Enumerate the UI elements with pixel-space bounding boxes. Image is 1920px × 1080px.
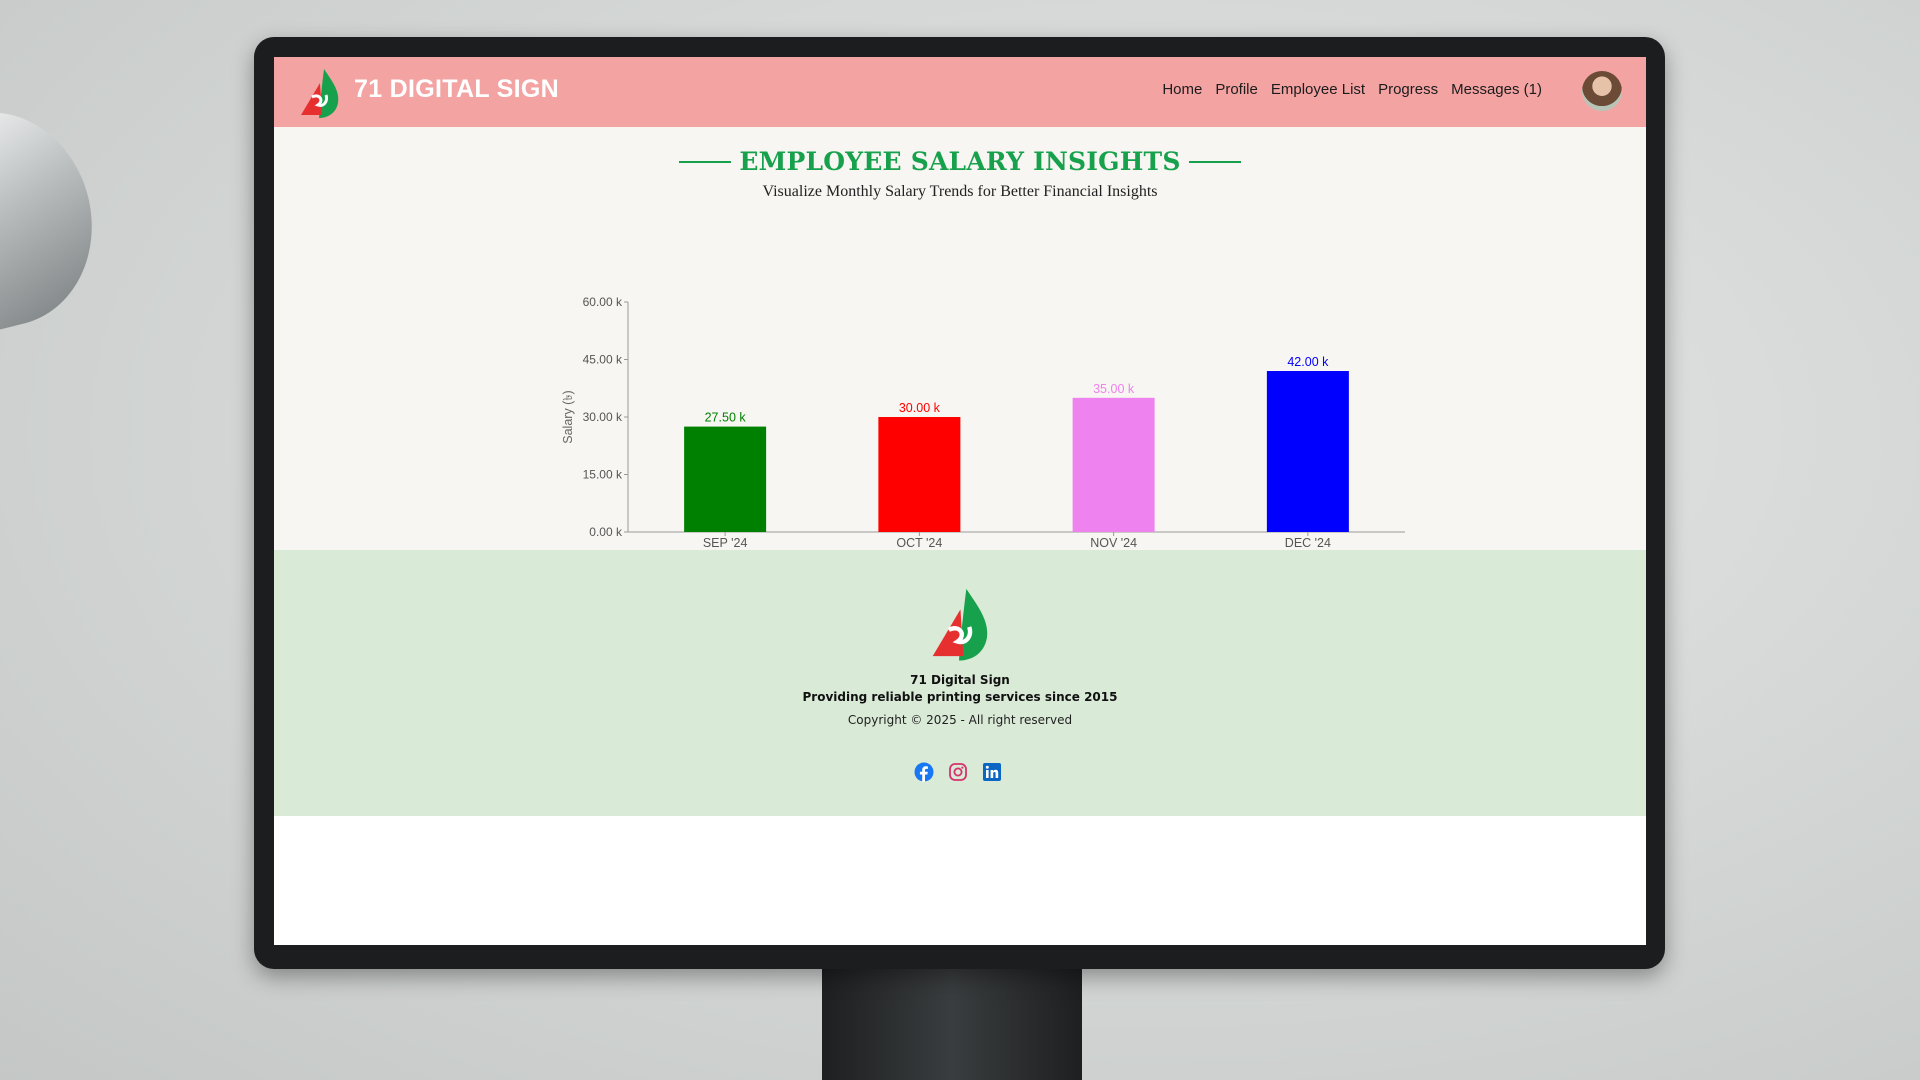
y-tick-label: 15.00 k [583,468,623,482]
bar-2 [878,417,961,532]
y-tick-label: 45.00 k [583,353,623,367]
salary-bar-chart: 0.00 k 15.00 k 30.00 k 45.00 k 60.00 k Salary… [561,295,1405,550]
page-blank-area [274,816,1646,945]
brand-logo-icon[interactable] [298,67,340,119]
nav-employee-list[interactable]: Employee List [1271,81,1365,98]
footer-company-name: 71 Digital Sign [910,673,1010,687]
instagram-icon[interactable] [948,762,968,782]
y-axis-label: Salary (৳) [561,390,575,443]
user-avatar[interactable] [1582,71,1622,111]
bar-value-label: 30.00 k [899,401,941,415]
y-tick-label: 0.00 k [589,525,623,539]
desk-lamp [0,92,115,333]
x-tick-label: DEC '24 [1285,536,1331,550]
screen: 71 DIGITAL SIGN Home Profile Employee Li… [274,57,1646,945]
nav-menu: Home Profile Employee List Progress Mess… [1162,81,1542,98]
navbar: 71 DIGITAL SIGN Home Profile Employee Li… [274,57,1646,127]
x-tick-label: OCT '24 [896,536,942,550]
bar-value-label: 35.00 k [1093,382,1135,396]
nav-progress[interactable]: Progress [1378,81,1438,98]
facebook-icon[interactable] [914,762,934,782]
monitor-stand [822,960,1082,1080]
footer-copyright: Copyright © 2025 - All right reserved [847,713,1073,727]
bar-value-label: 42.00 k [1287,355,1329,369]
x-tick-label: SEP '24 [703,536,748,550]
footer-tagline: Providing reliable printing services sin… [802,690,1118,704]
nav-home[interactable]: Home [1162,81,1202,98]
footer-logo-icon [932,588,988,661]
salary-section: EMPLOYEE SALARY INSIGHTS Visualize Month… [274,127,1646,550]
bar-value-label: 27.50 k [705,411,747,425]
bar-4 [1266,371,1349,532]
social-links [914,762,1002,782]
bar-3 [1072,397,1155,532]
brand-name[interactable]: 71 DIGITAL SIGN [354,75,559,104]
y-tick-label: 30.00 k [583,410,623,424]
y-tick-label: 60.00 k [583,295,623,309]
nav-profile[interactable]: Profile [1215,81,1258,98]
linkedin-icon[interactable] [982,762,1002,782]
bar-1 [684,426,767,532]
x-tick-label: NOV '24 [1090,536,1137,550]
nav-messages[interactable]: Messages (1) [1451,81,1542,98]
footer: 71 Digital Sign Providing reliable print… [274,550,1646,816]
